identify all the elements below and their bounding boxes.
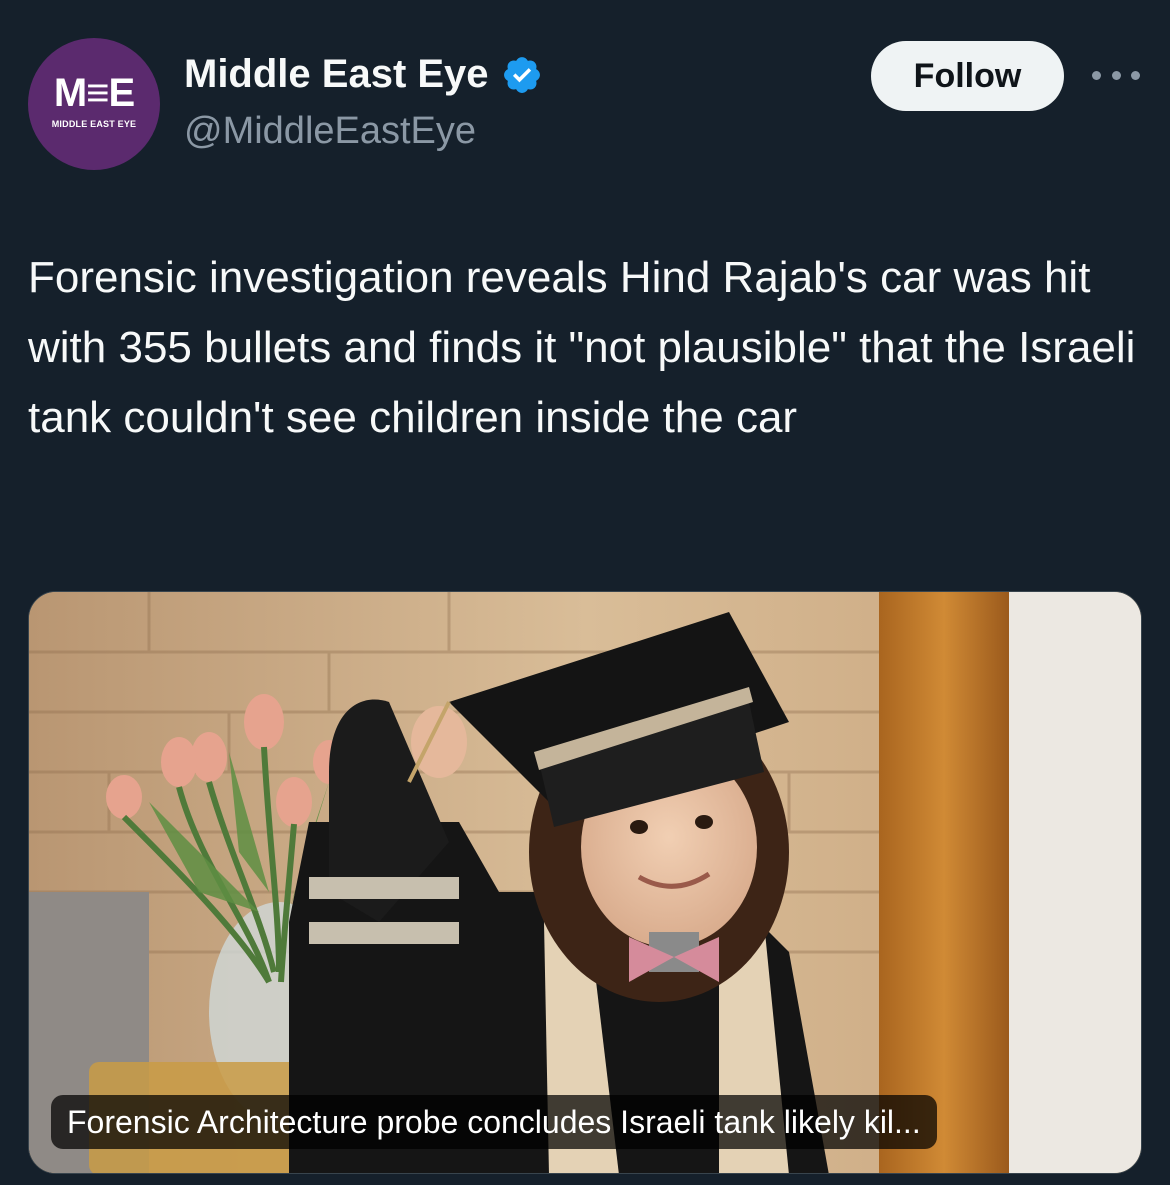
more-dot <box>1131 70 1140 80</box>
more-dot <box>1092 70 1101 80</box>
more-horizontal-icon[interactable] <box>1092 62 1140 88</box>
media-card[interactable]: Forensic Architecture probe concludes Is… <box>28 591 1142 1174</box>
author-name-row: Middle East Eye <box>184 52 543 97</box>
media-photo <box>29 592 1141 1173</box>
verified-badge-icon <box>501 54 543 96</box>
avatar-logo-mark: M≡E <box>53 71 135 115</box>
avatar-logo-subtitle: MIDDLE EAST EYE <box>51 119 137 129</box>
link-card-caption: Forensic Architecture probe concludes Is… <box>51 1095 937 1149</box>
more-dot <box>1111 70 1121 80</box>
follow-button[interactable]: Follow <box>871 41 1064 111</box>
tweet-text: Forensic investigation reveals Hind Raja… <box>28 253 1136 442</box>
author-handle[interactable]: @MiddleEastEye <box>184 110 476 153</box>
avatar[interactable]: M≡E MIDDLE EAST EYE <box>28 38 160 170</box>
tweet: M≡E MIDDLE EAST EYE Middle East Eye @Mid… <box>0 0 1170 1185</box>
author-display-name[interactable]: Middle East Eye <box>184 52 489 97</box>
